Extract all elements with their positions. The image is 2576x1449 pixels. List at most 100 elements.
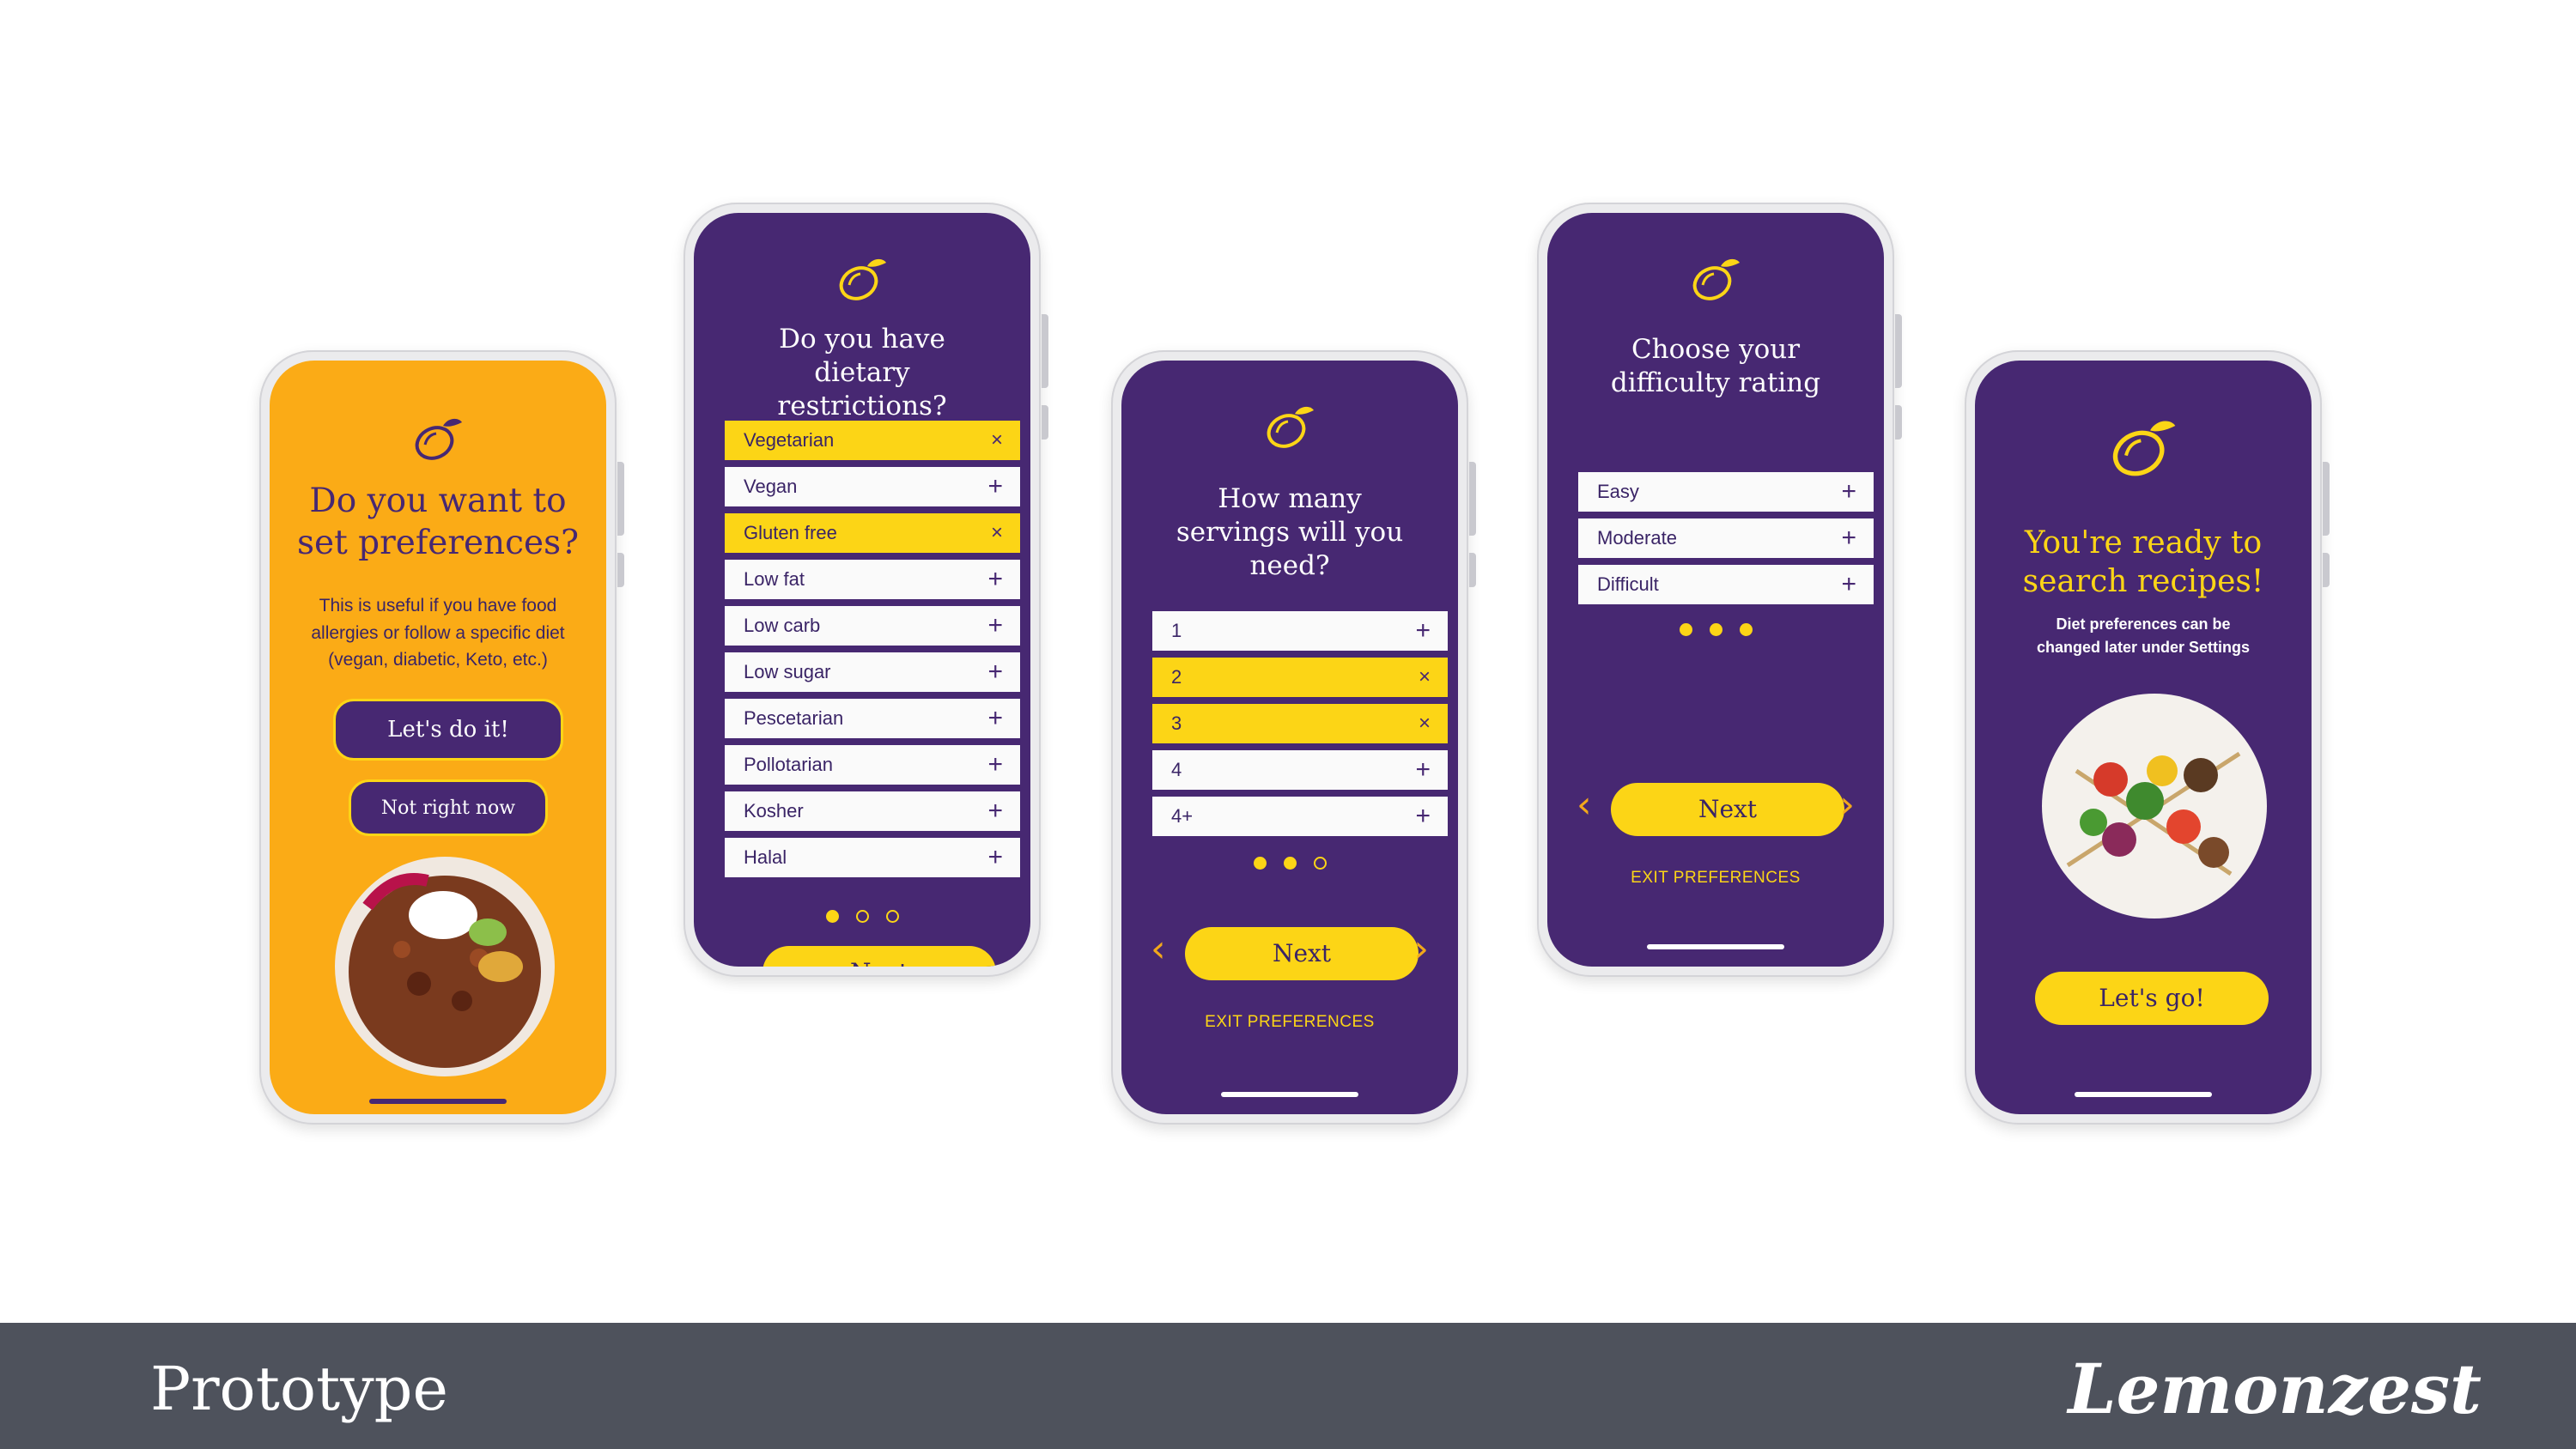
screen: Choose your difficulty rating Easy + Moder… [1547, 213, 1884, 967]
add-icon[interactable]: + [1841, 572, 1856, 597]
lemon-logo-icon [2112, 421, 2176, 476]
side-button [1469, 462, 1476, 536]
side-button [1469, 553, 1476, 587]
add-icon[interactable]: + [1841, 479, 1856, 505]
option-row[interactable]: 2 × [1152, 658, 1448, 697]
progress-dots [1121, 857, 1458, 870]
vegetable-skewers-image [2042, 694, 2267, 919]
option-row[interactable]: 4 + [1152, 750, 1448, 790]
option-label: Vegetarian [744, 429, 835, 451]
option-label: Gluten free [744, 522, 837, 543]
option-label: 4 [1171, 759, 1182, 780]
option-label: Low fat [744, 568, 805, 590]
lemon-logo-icon [415, 418, 462, 460]
option-label: Low carb [744, 615, 821, 636]
exit-preferences-link[interactable]: EXIT PREFERENCES [1121, 1013, 1458, 1032]
previous-arrow-icon[interactable]: ‹ [1151, 931, 1166, 968]
add-icon[interactable]: + [987, 567, 1003, 592]
lets-do-it-button[interactable]: Let's do it! [333, 699, 563, 761]
option-row[interactable]: Halal + [725, 838, 1020, 877]
dietary-options-list: Vegetarian × Vegan + Gluten free × Low fat + Low… [725, 421, 1020, 884]
progress-dot [885, 910, 899, 923]
option-row[interactable]: Kosher + [725, 791, 1020, 831]
remove-icon[interactable]: × [991, 430, 1003, 451]
servings-options-list: 1 +2 × 3 × 4 +4+ + [1152, 611, 1448, 843]
option-row[interactable]: Gluten free × [725, 513, 1020, 553]
option-row[interactable]: Easy + [1578, 472, 1874, 512]
option-row[interactable]: Low fat + [725, 560, 1020, 599]
add-icon[interactable]: + [987, 474, 1003, 500]
remove-icon[interactable]: × [991, 523, 1003, 543]
next-button[interactable]: Next [762, 946, 996, 967]
home-indicator [1221, 1092, 1358, 1097]
add-icon[interactable]: + [987, 613, 1003, 639]
option-row[interactable]: 1 + [1152, 611, 1448, 651]
add-icon[interactable]: + [987, 845, 1003, 870]
option-label: Kosher [744, 800, 804, 822]
option-label: Easy [1597, 481, 1639, 502]
phone-servings: How many servings will you need? 1 +2 × 3 × 4… [1111, 350, 1476, 1125]
phone-ready: You're ready to search recipes! Diet pre… [1965, 350, 2330, 1125]
add-icon[interactable]: + [987, 798, 1003, 824]
progress-dots [1547, 623, 1884, 636]
progress-dot [1679, 623, 1692, 636]
progress-dot [855, 910, 869, 923]
option-label: Halal [744, 846, 787, 868]
page-title: Choose your difficulty rating [1610, 334, 1821, 398]
not-right-now-button[interactable]: Not right now [349, 779, 548, 836]
page-title: Do you have dietary restrictions? [777, 324, 947, 421]
progress-dot [1253, 857, 1267, 870]
option-row[interactable]: Vegetarian × [725, 421, 1020, 460]
add-icon[interactable]: + [1415, 803, 1431, 829]
page-title: You're ready to search recipes! [2022, 525, 2264, 599]
add-icon[interactable]: + [987, 752, 1003, 778]
option-label: Difficult [1597, 573, 1659, 595]
add-icon[interactable]: + [1415, 618, 1431, 644]
page-title: Do you want to set preferences? [296, 482, 580, 562]
side-button [1895, 405, 1902, 440]
option-label: Low sugar [744, 661, 831, 682]
lets-go-button[interactable]: Let's go! [2035, 972, 2269, 1025]
option-label: 2 [1171, 666, 1182, 688]
side-button [1895, 314, 1902, 388]
option-row[interactable]: Low sugar + [725, 652, 1020, 692]
next-arrow-icon[interactable]: › [1839, 786, 1855, 824]
add-icon[interactable]: + [987, 706, 1003, 731]
phone-dietary-restrictions: Do you have dietary restrictions? Vegeta… [683, 203, 1048, 977]
option-label: Pescetarian [744, 707, 844, 729]
remove-icon[interactable]: × [1419, 713, 1431, 734]
option-row[interactable]: Vegan + [725, 467, 1020, 506]
side-button [617, 553, 624, 587]
option-row[interactable]: 4+ + [1152, 797, 1448, 836]
add-icon[interactable]: + [1841, 525, 1856, 551]
next-button[interactable]: Next [1185, 927, 1419, 980]
exit-preferences-link[interactable]: EXIT PREFERENCES [1547, 869, 1884, 888]
add-icon[interactable]: + [987, 659, 1003, 685]
screen: Do you want to set preferences? This is … [270, 361, 606, 1114]
option-row[interactable]: Difficult + [1578, 565, 1874, 604]
add-icon[interactable]: + [1415, 757, 1431, 783]
screen: Do you have dietary restrictions? Vegeta… [694, 213, 1030, 967]
option-row[interactable]: Low carb + [725, 606, 1020, 646]
home-indicator [2075, 1092, 2212, 1097]
progress-dot [825, 910, 839, 923]
option-row[interactable]: Moderate + [1578, 518, 1874, 558]
home-indicator [1647, 944, 1784, 949]
next-arrow-icon[interactable]: › [1413, 931, 1429, 968]
option-row[interactable]: Pollotarian + [725, 745, 1020, 785]
option-row[interactable]: Pescetarian + [725, 699, 1020, 738]
option-row[interactable]: 3 × [1152, 704, 1448, 743]
progress-dots [694, 910, 1030, 923]
description-text: Diet preferences can be changed later un… [2036, 615, 2251, 656]
home-indicator [369, 1099, 507, 1104]
next-button[interactable]: Next [1611, 783, 1844, 836]
option-label: Vegan [744, 476, 798, 497]
lemon-logo-icon [1267, 406, 1314, 448]
progress-dot [1313, 857, 1327, 870]
option-label: Pollotarian [744, 754, 833, 775]
lemon-logo-icon [1692, 258, 1740, 300]
screen: How many servings will you need? 1 +2 × 3 × 4… [1121, 361, 1458, 1114]
side-button [2323, 462, 2330, 536]
previous-arrow-icon[interactable]: ‹ [1577, 786, 1592, 824]
remove-icon[interactable]: × [1419, 667, 1431, 688]
